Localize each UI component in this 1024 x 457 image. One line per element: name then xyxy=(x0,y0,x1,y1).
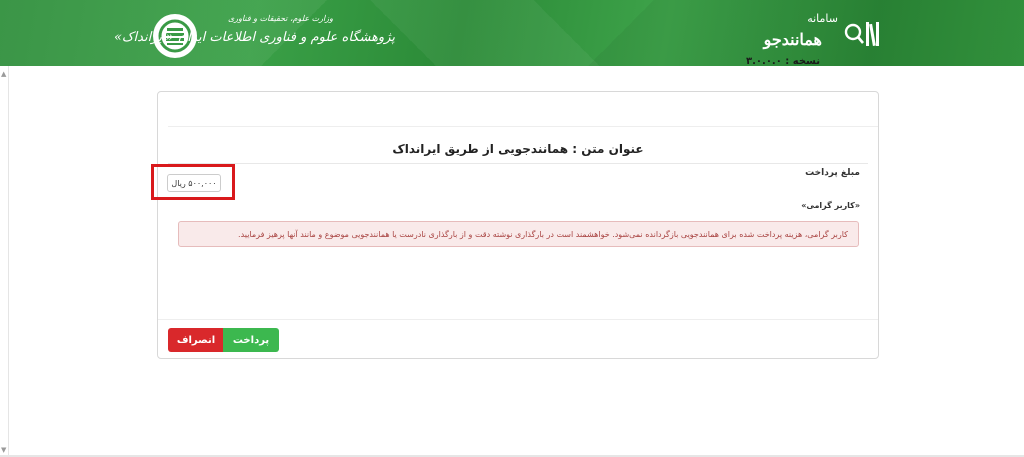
brand-prefix: سامانه xyxy=(807,12,838,25)
scroll-up-icon[interactable]: ▲ xyxy=(1,70,6,78)
brand: سامانه همانندجو نسخه : ۳.۰.۰.۰ xyxy=(746,10,838,66)
page-scrollbar-track[interactable] xyxy=(8,66,9,457)
amount-value: ۵۰۰,۰۰۰ ریال xyxy=(167,174,221,192)
brand-version: نسخه : ۳.۰.۰.۰ xyxy=(746,56,820,66)
search-books-icon xyxy=(844,22,879,47)
payment-card: عنوان متن : همانندجویی از طریق ایرانداک … xyxy=(151,91,879,359)
institute-name: پژوهشگاه علوم و فناوری اطلاعات ایران «ای… xyxy=(113,30,395,45)
pay-button[interactable]: پرداخت xyxy=(223,328,279,352)
alert-text: کاربر گرامی، هزینه پرداخت شده برای همانن… xyxy=(238,229,848,239)
notice-title: «کاربر گرامی» xyxy=(801,201,860,210)
cancel-button[interactable]: انصراف xyxy=(168,328,224,352)
page-title: عنوان متن : همانندجویی از طریق ایرانداک xyxy=(392,142,644,156)
org-name: وزارت علوم، تحقیقات و فناوری پژوهشگاه عل… xyxy=(114,12,395,58)
scroll-down-icon[interactable]: ▼ xyxy=(1,446,6,454)
ministry-name: وزارت علوم، تحقیقات و فناوری xyxy=(228,14,333,23)
brand-name: همانندجو xyxy=(763,30,822,49)
amount-label: مبلغ پرداخت xyxy=(805,168,860,178)
divider xyxy=(158,319,878,320)
site-header: وزارت علوم، تحقیقات و فناوری پژوهشگاه عل… xyxy=(0,0,1024,66)
divider xyxy=(168,126,878,127)
divider xyxy=(168,163,868,164)
refund-warning-alert: کاربر گرامی، هزینه پرداخت شده برای همانن… xyxy=(178,221,859,247)
